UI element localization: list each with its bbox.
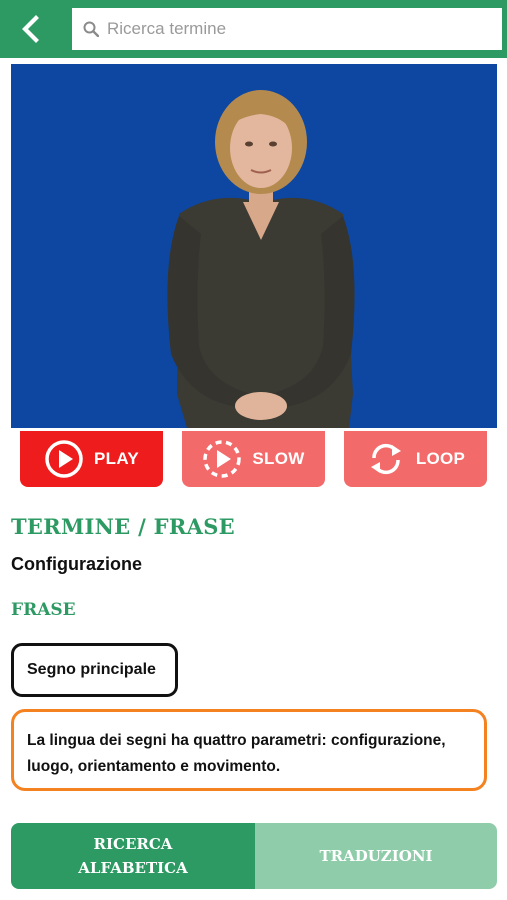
search-bar[interactable] — [70, 6, 504, 52]
play-button[interactable]: PLAY — [20, 431, 163, 487]
back-button[interactable] — [0, 0, 62, 58]
tab-alphabetical-search-label: RICERCA ALFABETICA — [78, 835, 188, 877]
slow-label: SLOW — [252, 449, 305, 468]
search-icon — [83, 21, 99, 37]
section-heading: FRASE — [11, 600, 76, 620]
term-title: TERMINE / FRASE — [11, 514, 235, 539]
tab-alphabetical-search[interactable]: RICERCA ALFABETICA — [11, 823, 255, 889]
loop-label: LOOP — [415, 449, 466, 468]
tab-translations[interactable]: TRADUZIONI — [255, 823, 497, 889]
tab-translations-label: TRADUZIONI — [319, 847, 433, 865]
search-input[interactable] — [107, 19, 467, 39]
slow-play-icon — [203, 440, 242, 478]
chevron-left-icon — [22, 15, 39, 43]
top-bar — [0, 0, 507, 58]
sign-video-player[interactable] — [11, 64, 497, 428]
loop-button[interactable]: LOOP — [344, 431, 487, 487]
play-label: PLAY — [94, 449, 139, 468]
main-sign-tag: Segno principale — [11, 643, 178, 697]
play-circle-icon — [45, 440, 83, 478]
term-subtitle: Configurazione — [11, 554, 142, 574]
loop-icon — [370, 443, 401, 475]
slow-button[interactable]: SLOW — [182, 431, 325, 487]
signer-image — [167, 90, 355, 428]
description-box: La lingua dei segni ha quattro parametri… — [11, 709, 487, 791]
